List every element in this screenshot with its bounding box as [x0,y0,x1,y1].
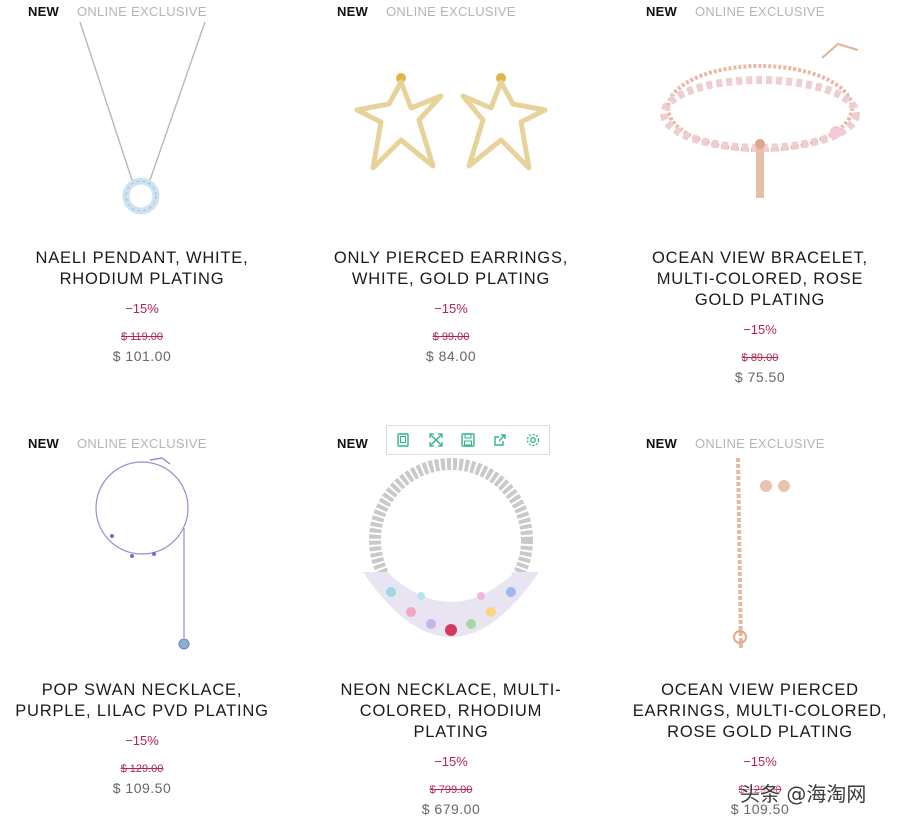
product-name[interactable]: ONLY PIERCED EARRINGS, WHITE, GOLD PLATI… [301,248,601,290]
star-earrings-image [354,73,548,171]
original-price: $ 119.00 [120,331,163,343]
product-image[interactable] [301,432,601,672]
expand-icon[interactable] [426,430,446,450]
pendant-necklace-image [79,21,206,215]
discount-label: −15% [434,301,468,316]
product-image[interactable] [0,432,292,672]
sale-price: $ 101.00 [112,348,172,364]
gear-icon[interactable] [523,430,543,450]
drop-earrings-image [733,457,790,651]
save-icon[interactable] [458,430,478,450]
image-toolbar [386,425,550,455]
discount-label: −15% [125,301,159,316]
price-block: −15% $ 119.00 $ 101.00 [0,300,292,364]
original-price: $ 129.00 [120,763,164,775]
price-block: −15% $ 99.00 $ 84.00 [301,300,601,364]
original-price: $ 99.00 [432,331,470,343]
product-name[interactable]: OCEAN VIEW PIERCED EARRINGS, MULTI-COLOR… [610,680,905,743]
discount-label: −15% [743,754,777,769]
discount-label: −15% [125,733,159,748]
swan-necklace-image [95,457,190,650]
price-block: −15% $ 89.00 $ 75.50 [610,321,905,385]
sale-price: $ 679.00 [421,801,481,817]
sale-price: $ 84.00 [425,348,477,364]
product-name[interactable]: POP SWAN NECKLACE, PURPLE, LILAC PVD PLA… [0,680,292,722]
product-name[interactable]: NEON NECKLACE, MULTI- COLORED, RHODIUM P… [301,680,601,743]
product-name[interactable]: NAELI PENDANT, WHITE, RHODIUM PLATING [0,248,292,290]
product-image[interactable] [610,0,905,240]
bracelet-image [660,42,860,198]
share-icon[interactable] [490,430,510,450]
neon-necklace-image [363,458,539,637]
discount-label: −15% [743,322,777,337]
sale-price: $ 75.50 [734,369,786,385]
discount-label: −15% [434,754,468,769]
watermark: 头条 @海淘网 [740,782,867,806]
original-price: $ 799.00 [429,784,473,796]
product-image[interactable] [0,0,292,240]
product-name[interactable]: OCEAN VIEW BRACELET, MULTI-COLORED, ROSE… [610,248,905,311]
original-price: $ 89.00 [741,352,779,364]
sale-price: $ 109.50 [112,780,172,796]
product-image[interactable] [610,432,905,672]
price-block: −15% $ 799.00 $ 679.00 [301,753,601,817]
product-image[interactable] [301,0,601,240]
price-block: −15% $ 129.00 $ 109.50 [0,732,292,796]
copy-icon[interactable] [393,430,413,450]
